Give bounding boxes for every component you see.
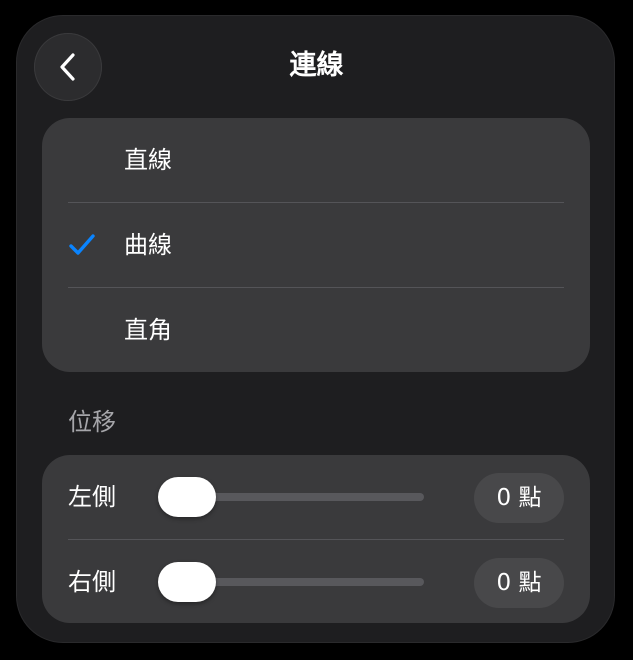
right-offset-row: 右側 0 點: [42, 540, 590, 624]
option-label: 直線: [124, 146, 172, 174]
option-right-angle[interactable]: 直角: [42, 288, 590, 372]
left-offset-label: 左側: [68, 483, 116, 511]
option-curved[interactable]: 曲線: [42, 203, 590, 287]
left-offset-row: 左側 0 點: [42, 455, 590, 539]
right-offset-label: 右側: [68, 568, 116, 596]
left-offset-value-field[interactable]: 0 點: [474, 473, 564, 523]
offset-group: 左側 0 點 右側 0 點: [42, 455, 590, 623]
checkmark-icon: [69, 234, 95, 255]
connection-type-list: 直線 曲線 直角: [42, 118, 590, 372]
option-label: 曲線: [124, 231, 172, 259]
left-offset-slider[interactable]: [158, 477, 424, 517]
option-label: 直角: [124, 316, 172, 344]
slider-thumb[interactable]: [158, 562, 216, 602]
option-straight[interactable]: 直線: [42, 118, 590, 202]
slider-thumb[interactable]: [158, 477, 216, 517]
right-offset-value-field[interactable]: 0 點: [474, 558, 564, 608]
right-offset-slider[interactable]: [158, 562, 424, 602]
offset-section-header: 位移: [68, 408, 116, 436]
popover-title: 連線: [289, 50, 344, 81]
